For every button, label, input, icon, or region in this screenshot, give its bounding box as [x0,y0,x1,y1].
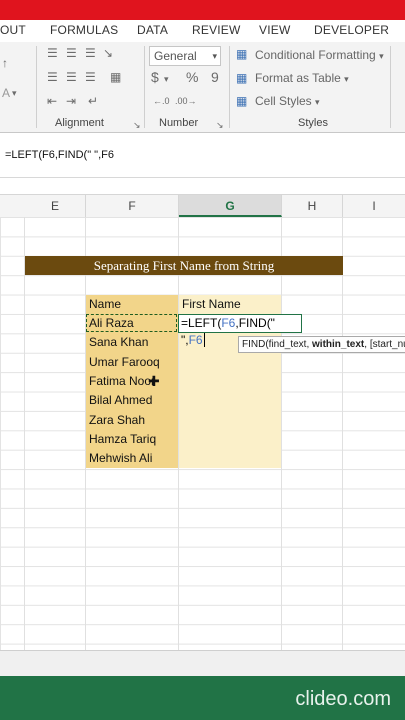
tab-developer[interactable]: DEVELOPER [314,23,389,37]
text-cursor: ​ [203,333,205,347]
column-header-h[interactable]: H [282,195,343,217]
align-center-icon[interactable]: ☰ [66,70,77,84]
name-cell[interactable]: Fatima Noor [89,372,155,391]
function-tooltip: FIND(find_text, within_text, [start_num]… [238,336,405,353]
conditional-formatting-label: Conditional Formatting [255,48,376,62]
align-left-icon[interactable]: ☰ [47,70,58,84]
tooltip-rest: , [start_num]) [364,339,405,350]
styles-group-label: Styles [298,117,328,129]
tab-view[interactable]: VIEW [259,23,290,37]
status-bar: clideo.com [0,676,405,720]
orientation-icon[interactable]: ↘ [103,46,113,60]
name-cell[interactable]: Mehwish Ali [89,449,152,468]
ribbon-tabs: OUT FORMULAS DATA REVIEW VIEW DEVELOPER [0,20,405,43]
watermark-text: clideo.com [295,688,391,710]
group-separator [229,46,230,128]
tab-layout[interactable]: OUT [0,23,26,37]
ribbon: ↑ A ▾ ☰ ☰ ☰ ↘ ☰ ☰ ☰ ▦ ⇤ ⇥ ↵ Alignment ↘ … [0,42,405,133]
column-header-f[interactable]: F [86,195,179,217]
chevron-down-icon: ▾ [379,51,384,61]
sheet-tabs-bar [0,650,405,677]
first-name-header-cell[interactable]: First Name [182,295,241,314]
font-size-icon[interactable]: ↑ [2,56,8,70]
format-as-table-icon: ▦ [236,71,248,85]
column-header-g[interactable]: G [179,195,282,217]
column-headers: E F G H I [0,194,405,218]
formula-part: =LEFT( [181,316,222,330]
chevron-down-icon: ▾ [344,74,349,84]
cell-reference: F6 [188,333,203,347]
align-right-icon[interactable]: ☰ [85,70,96,84]
group-separator [144,46,145,128]
cell-styles-icon: ▦ [236,94,248,108]
font-color-icon[interactable]: A [2,86,10,100]
decrease-decimal-icon[interactable]: .00→ [175,94,197,108]
number-format-value: General [154,49,197,63]
number-format-dropdown[interactable]: General ▾ [149,46,221,66]
tooltip-active-arg: within_text [312,339,365,350]
grid-line [342,217,343,650]
dialog-launcher-icon[interactable]: ↘ [133,118,141,132]
chevron-down-icon[interactable]: ▾ [12,86,17,100]
column-header-e[interactable]: E [25,195,86,217]
format-as-table-label: Format as Table [255,71,341,85]
title-strip [0,0,405,20]
conditional-formatting-button[interactable]: Conditional Formatting ▾ [255,48,384,62]
mouse-cursor-icon: ✚ [148,373,160,389]
column-header-i[interactable]: I [343,195,405,217]
tab-data[interactable]: DATA [137,23,168,37]
active-edit-cell[interactable]: =LEFT(F6,FIND(" ",F6​ [178,314,302,347]
align-top-icon[interactable]: ☰ [47,46,58,60]
percent-icon[interactable]: % [186,70,198,84]
increase-indent-icon[interactable]: ⇥ [66,94,76,108]
comma-style-icon[interactable]: 9 [211,70,219,84]
tab-formulas[interactable]: FORMULAS [50,23,118,37]
grid-line [24,217,25,650]
sheet-title-banner[interactable]: Separating First Name from String [25,256,343,275]
grid-line [281,217,282,650]
align-bottom-icon[interactable]: ☰ [85,46,96,60]
wrap-text-icon[interactable]: ↵ [88,94,98,108]
tab-review[interactable]: REVIEW [192,23,241,37]
dialog-launcher-icon[interactable]: ↘ [216,118,224,132]
formula-bar[interactable]: =LEFT(F6,FIND(" ",F6 [0,133,405,178]
number-group-label: Number [159,117,199,129]
name-cell[interactable]: Bilal Ahmed [89,391,152,410]
alignment-group-label: Alignment [55,117,104,129]
currency-icon[interactable]: $ [151,70,159,84]
name-cell[interactable]: Umar Farooq [89,353,160,372]
group-separator [36,46,37,128]
cell-reference: F6 [221,316,236,330]
merge-center-icon[interactable]: ▦ [110,70,121,84]
cell-styles-label: Cell Styles [255,94,312,108]
name-cell[interactable]: Hamza Tariq [89,430,156,449]
name-cell[interactable]: Sana Khan [89,333,148,352]
name-cell[interactable]: Zara Shah [89,411,145,430]
cell-styles-button[interactable]: Cell Styles ▾ [255,94,320,108]
group-separator [390,46,391,128]
chevron-down-icon: ▾ [315,97,320,107]
increase-decimal-icon[interactable]: ←.0 [153,94,170,108]
chevron-down-icon[interactable]: ▾ [164,72,169,86]
tooltip-function: FIND(find_text, [242,339,313,350]
formula-bar-text[interactable]: =LEFT(F6,FIND(" ",F6 [5,149,114,161]
chevron-down-icon: ▾ [212,51,217,61]
name-header-cell[interactable]: Name [89,295,121,314]
reference-marquee [86,314,177,332]
conditional-formatting-icon: ▦ [236,47,248,61]
format-as-table-button[interactable]: Format as Table ▾ [255,71,349,85]
decrease-indent-icon[interactable]: ⇤ [47,94,57,108]
align-middle-icon[interactable]: ☰ [66,46,77,60]
